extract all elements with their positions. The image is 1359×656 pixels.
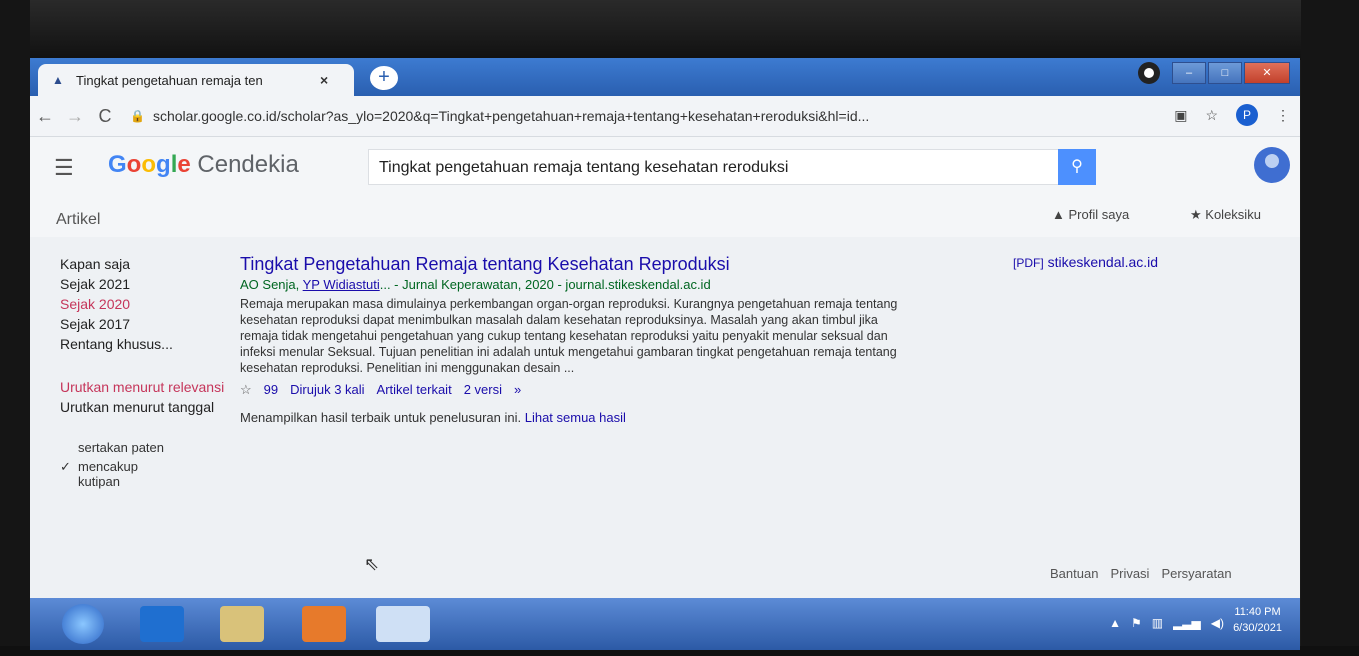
- footer-links: Bantuan Privasi Persyaratan: [1050, 566, 1232, 581]
- include-patents-checkbox[interactable]: sertakan paten: [60, 440, 240, 455]
- terms-link[interactable]: Persyaratan: [1161, 566, 1231, 581]
- my-profile-link[interactable]: ▲ Profil saya: [1052, 207, 1129, 222]
- star-icon: ★: [1190, 207, 1202, 222]
- new-tab-button[interactable]: +: [370, 66, 398, 90]
- related-articles-link[interactable]: Artikel terkait: [377, 382, 452, 398]
- network-icon[interactable]: ▥: [1152, 616, 1163, 630]
- close-window-button[interactable]: ✕: [1244, 62, 1290, 84]
- mouse-cursor-icon: ⇖: [364, 554, 380, 574]
- bookmark-star-icon[interactable]: ☆: [1205, 107, 1218, 124]
- versions-link[interactable]: 2 versi: [464, 382, 502, 398]
- include-citations-checkbox[interactable]: ✓ mencakup kutipan: [60, 459, 240, 489]
- start-button[interactable]: [62, 604, 104, 644]
- filter-since-2017[interactable]: Sejak 2017: [60, 314, 240, 334]
- menu-dots-icon[interactable]: ⋮: [1276, 107, 1290, 124]
- cite-button[interactable]: 99: [264, 382, 278, 398]
- sub-header: Artikel ▲ Profil saya ★ Koleksiku: [30, 193, 1300, 237]
- filter-custom-range[interactable]: Rentang khusus...: [60, 334, 240, 354]
- window-controls: – □ ✕: [1138, 62, 1290, 84]
- search-icon: ⚲: [1071, 158, 1083, 175]
- screen: ▲ Tingkat pengetahuan remaja ten × + – □…: [30, 58, 1300, 650]
- privacy-link[interactable]: Privasi: [1110, 566, 1149, 581]
- author-link[interactable]: YP Widiastuti: [303, 277, 380, 292]
- result-meta: AO Senja, YP Widiastuti... - Jurnal Kepe…: [240, 277, 940, 292]
- pdf-source: stikeskendal.ac.id: [1047, 254, 1159, 270]
- checkmark-icon: ✓: [60, 459, 71, 474]
- forward-arrow-icon[interactable]: →: [60, 106, 90, 127]
- search-result: Tingkat Pengetahuan Remaja tentang Keseh…: [240, 254, 940, 425]
- translate-icon[interactable]: ▣: [1174, 107, 1187, 124]
- toolbar-actions: ▣ ☆ P ⋮: [1174, 104, 1290, 126]
- search-input[interactable]: Tingkat pengetahuan remaja tentang keseh…: [368, 149, 1058, 185]
- see-all-results-link[interactable]: Lihat semua hasil: [525, 410, 626, 425]
- browser-tab[interactable]: ▲ Tingkat pengetahuan remaja ten ×: [38, 64, 354, 96]
- tab-close-button[interactable]: ×: [320, 72, 328, 88]
- graduation-cap-icon: ▲: [52, 73, 64, 87]
- minimize-button[interactable]: –: [1172, 62, 1206, 84]
- monitor-bezel-top: [0, 0, 1359, 60]
- monitor-bezel-left: [0, 0, 30, 656]
- logo-suffix: Cendekia: [197, 151, 299, 178]
- include-citations-label: mencakup kutipan: [78, 459, 138, 489]
- sort-by-date[interactable]: Urutkan menurut tanggal: [60, 398, 240, 416]
- notice-text: Menampilkan hasil terbaik untuk penelusu…: [240, 410, 525, 425]
- volume-icon[interactable]: ◀): [1211, 616, 1224, 630]
- my-library-label: Koleksiku: [1205, 207, 1261, 222]
- scholar-header: ☰ Google Cendekia Tingkat pengetahuan re…: [30, 137, 1300, 194]
- chrome-icon[interactable]: [376, 606, 430, 642]
- clock-date: 6/30/2021: [1233, 622, 1282, 634]
- filter-any-time[interactable]: Kapan saja: [60, 254, 240, 274]
- pdf-tag: [PDF]: [1013, 256, 1044, 270]
- search-button[interactable]: ⚲: [1058, 149, 1096, 185]
- unchecked-icon: [60, 440, 78, 455]
- result-title-link[interactable]: Tingkat Pengetahuan Remaja tentang Keseh…: [240, 254, 940, 275]
- address-bar[interactable]: 🔒 scholar.google.co.id/scholar?as_ylo=20…: [130, 102, 1060, 130]
- back-arrow-icon[interactable]: ←: [30, 106, 60, 127]
- browser-profile-icon[interactable]: [1138, 62, 1160, 84]
- lock-icon: 🔒: [130, 109, 145, 123]
- save-star-icon[interactable]: ☆: [240, 382, 252, 398]
- filter-sidebar: Kapan saja Sejak 2021 Sejak 2020 Sejak 2…: [60, 254, 240, 489]
- results-notice: Menampilkan hasil terbaik untuk penelusu…: [240, 410, 940, 425]
- internet-explorer-icon[interactable]: [140, 606, 184, 642]
- cited-by-link[interactable]: Dirujuk 3 kali: [290, 382, 364, 398]
- system-tray: ▲ ⚑ ▥ ▂▃▅ ◀): [1109, 616, 1224, 630]
- result-actions: ☆ 99 Dirujuk 3 kali Artikel terkait 2 ve…: [240, 382, 940, 398]
- my-profile-label: Profil saya: [1068, 207, 1130, 222]
- pdf-link[interactable]: [PDF] stikeskendal.ac.id: [1013, 254, 1158, 270]
- reload-icon[interactable]: C: [90, 106, 120, 127]
- profile-avatar[interactable]: P: [1236, 104, 1258, 126]
- more-icon[interactable]: »: [514, 382, 521, 398]
- url-text: scholar.google.co.id/scholar?as_ylo=2020…: [152, 108, 870, 124]
- tab-title: Tingkat pengetahuan remaja ten: [76, 72, 263, 88]
- maximize-button[interactable]: □: [1208, 62, 1242, 84]
- user-avatar[interactable]: [1254, 147, 1290, 183]
- sort-options: Urutkan menurut relevansi Urutkan menuru…: [60, 378, 240, 416]
- my-library-link[interactable]: ★ Koleksiku: [1190, 207, 1261, 223]
- google-scholar-logo[interactable]: Google Cendekia: [108, 151, 299, 179]
- tab-strip: ▲ Tingkat pengetahuan remaja ten × + – □…: [30, 58, 1300, 96]
- browser-toolbar: ← → C 🔒 scholar.google.co.id/scholar?as_…: [30, 96, 1300, 137]
- include-patents-label: sertakan paten: [78, 440, 165, 455]
- section-label: Artikel: [56, 211, 101, 228]
- windows-taskbar: ▲ ⚑ ▥ ▂▃▅ ◀) 11:40 PM 6/30/2021: [30, 598, 1300, 650]
- filter-since-2021[interactable]: Sejak 2021: [60, 274, 240, 294]
- taskbar-clock[interactable]: 11:40 PM 6/30/2021: [1233, 604, 1282, 636]
- result-snippet: Remaja merupakan masa dimulainya perkemb…: [240, 297, 898, 375]
- result-source: ... - Jurnal Keperawatan, 2020 - journal…: [379, 277, 711, 292]
- flag-icon[interactable]: ⚑: [1131, 616, 1142, 630]
- signal-icon[interactable]: ▂▃▅: [1173, 616, 1201, 630]
- sort-by-relevance[interactable]: Urutkan menurut relevansi: [60, 378, 240, 396]
- help-link[interactable]: Bantuan: [1050, 566, 1098, 581]
- graduation-cap-icon: ▲: [1052, 207, 1065, 222]
- tray-arrow-icon[interactable]: ▲: [1109, 616, 1121, 630]
- filter-since-2020[interactable]: Sejak 2020: [60, 294, 240, 314]
- file-explorer-icon[interactable]: [220, 606, 264, 642]
- media-player-icon[interactable]: [302, 606, 346, 642]
- monitor-bezel-right: [1301, 0, 1359, 656]
- hamburger-menu-icon[interactable]: ☰: [54, 155, 74, 181]
- clock-time: 11:40 PM: [1234, 606, 1281, 618]
- result-authors: AO Senja,: [240, 277, 303, 292]
